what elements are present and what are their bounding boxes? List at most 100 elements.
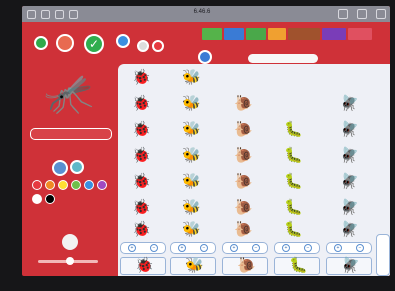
ladybug-icon[interactable]: 🐞 — [132, 222, 151, 238]
snail-stepper[interactable]: + − — [222, 242, 268, 254]
bee-icon: 🐝 — [185, 257, 204, 274]
caterpillar-icon[interactable]: 🐛 — [284, 200, 303, 216]
drawing-tool-pen[interactable] — [52, 160, 68, 176]
fly-icon[interactable]: 🪰 — [340, 174, 359, 190]
color-swatch[interactable] — [71, 180, 81, 190]
left-toolbar: ✓ 🦟 — [22, 22, 164, 276]
tab-3[interactable] — [246, 28, 266, 40]
ladybug-icon[interactable]: 🐞 — [132, 200, 151, 216]
snail-icon[interactable]: 🐌 — [234, 122, 253, 138]
snail-icon[interactable]: 🐌 — [234, 200, 253, 216]
tab-6[interactable] — [322, 28, 346, 40]
fly-icon[interactable]: 🪰 — [340, 148, 359, 164]
fly-stepper[interactable]: + − — [326, 242, 372, 254]
caterpillar-icon[interactable]: 🐛 — [284, 122, 303, 138]
color-swatch[interactable] — [45, 193, 55, 204]
snail-base-cell[interactable]: 🐌 — [222, 257, 268, 275]
fly-icon[interactable]: 🪰 — [340, 96, 359, 112]
caterpillar-icon[interactable]: 🐛 — [284, 148, 303, 164]
color-swatch[interactable] — [32, 180, 42, 190]
bee-icon[interactable]: 🐝 — [182, 174, 201, 190]
minus-icon[interactable]: − — [304, 244, 312, 252]
info-button[interactable] — [198, 50, 212, 64]
plus-icon[interactable]: + — [178, 244, 186, 252]
record-button[interactable] — [56, 34, 74, 52]
caterpillar-icon[interactable]: 🐛 — [284, 222, 303, 238]
color-palette — [32, 180, 110, 204]
bee-stepper[interactable]: + − — [170, 242, 216, 254]
close-button[interactable] — [152, 40, 164, 52]
minus-icon[interactable]: − — [200, 244, 208, 252]
ladybug-icon[interactable]: 🐞 — [132, 96, 151, 112]
color-swatch[interactable] — [32, 193, 42, 204]
color-swatch[interactable] — [97, 180, 107, 190]
slider-thumb[interactable] — [66, 257, 74, 265]
color-swatch[interactable] — [58, 180, 68, 190]
snail-icon[interactable]: 🐌 — [234, 222, 253, 238]
fly-icon[interactable]: 🪰 — [340, 222, 359, 238]
snail-icon[interactable]: 🐌 — [234, 96, 253, 112]
ladybug-stepper[interactable]: + − — [120, 242, 166, 254]
search-input[interactable] — [248, 54, 318, 63]
minus-icon[interactable]: − — [150, 244, 158, 252]
snail-icon[interactable]: 🐌 — [234, 174, 253, 190]
graph-panel: 🐞 🐝 🐞 🐝 🐌 🪰 🐞 🐝 🐌 🐛 🪰 🐞 🐝 🐌 🐛 🪰 🐞 🐝 🐌 🐛 … — [118, 64, 390, 276]
ladybug-icon: 🐞 — [135, 257, 154, 274]
plus-icon[interactable]: + — [282, 244, 290, 252]
plus-icon[interactable]: + — [230, 244, 238, 252]
caterpillar-base-cell[interactable]: 🐛 — [274, 257, 320, 275]
tab-5[interactable] — [288, 28, 320, 40]
fly-character-image: 🦟 — [44, 72, 94, 116]
plus-icon[interactable]: + — [334, 244, 342, 252]
cloud-button[interactable] — [116, 34, 130, 48]
home-button[interactable] — [34, 36, 48, 50]
minus-icon[interactable]: − — [252, 244, 260, 252]
bee-icon[interactable]: 🐝 — [182, 222, 201, 238]
tab-7[interactable] — [348, 28, 372, 40]
app-screen: 6.46.6 ✓ 🦟 🐞 🐝 🐞 🐝 🐌 🪰 🐞 🐝 🐌 🐛 🪰 🐞 🐝 🐌 🐛… — [22, 6, 390, 276]
brush-size-dot[interactable] — [62, 234, 78, 250]
tabs-icon[interactable] — [376, 9, 386, 19]
name-field[interactable] — [30, 128, 112, 140]
address-title: 6.46.6 — [193, 9, 211, 15]
ladybug-icon[interactable]: 🐞 — [132, 70, 151, 86]
category-tabs — [202, 28, 372, 40]
sidebar-icon[interactable] — [27, 9, 36, 19]
color-swatch[interactable] — [45, 180, 55, 190]
ladybug-icon[interactable]: 🐞 — [132, 174, 151, 190]
minus-icon[interactable]: − — [356, 244, 364, 252]
ladybug-icon[interactable]: 🐞 — [132, 148, 151, 164]
reader-icon[interactable] — [69, 9, 78, 19]
fly-icon[interactable]: 🪰 — [340, 122, 359, 138]
status-bar: 6.46.6 — [22, 6, 390, 22]
color-swatch[interactable] — [84, 180, 94, 190]
tab-2[interactable] — [224, 28, 244, 40]
bee-icon[interactable]: 🐝 — [182, 70, 201, 86]
bee-icon[interactable]: 🐝 — [182, 148, 201, 164]
tab-1[interactable] — [202, 28, 222, 40]
settings-button[interactable] — [137, 40, 149, 52]
fly-icon: 🪰 — [341, 257, 360, 274]
snail-icon: 🐌 — [237, 257, 256, 274]
fly-icon[interactable]: 🪰 — [340, 200, 359, 216]
fly-base-cell[interactable]: 🪰 — [326, 257, 372, 275]
caterpillar-icon[interactable]: 🐛 — [284, 174, 303, 190]
bee-icon[interactable]: 🐝 — [182, 200, 201, 216]
ladybug-icon[interactable]: 🐞 — [132, 122, 151, 138]
snail-icon[interactable]: 🐌 — [234, 148, 253, 164]
back-icon[interactable] — [41, 9, 50, 19]
plus-icon[interactable]: + — [128, 244, 136, 252]
forward-icon[interactable] — [55, 9, 64, 19]
ladybug-base-cell[interactable]: 🐞 — [120, 257, 166, 275]
bee-base-cell[interactable]: 🐝 — [170, 257, 216, 275]
drawing-tool-eraser[interactable] — [70, 160, 84, 174]
side-scroller[interactable] — [376, 234, 390, 276]
add-tab-icon[interactable] — [357, 9, 367, 19]
confirm-button[interactable]: ✓ — [84, 34, 104, 54]
tab-4[interactable] — [268, 28, 286, 40]
caterpillar-stepper[interactable]: + − — [274, 242, 320, 254]
share-icon[interactable] — [338, 9, 348, 19]
bee-icon[interactable]: 🐝 — [182, 122, 201, 138]
caterpillar-icon: 🐛 — [289, 257, 308, 274]
bee-icon[interactable]: 🐝 — [182, 96, 201, 112]
